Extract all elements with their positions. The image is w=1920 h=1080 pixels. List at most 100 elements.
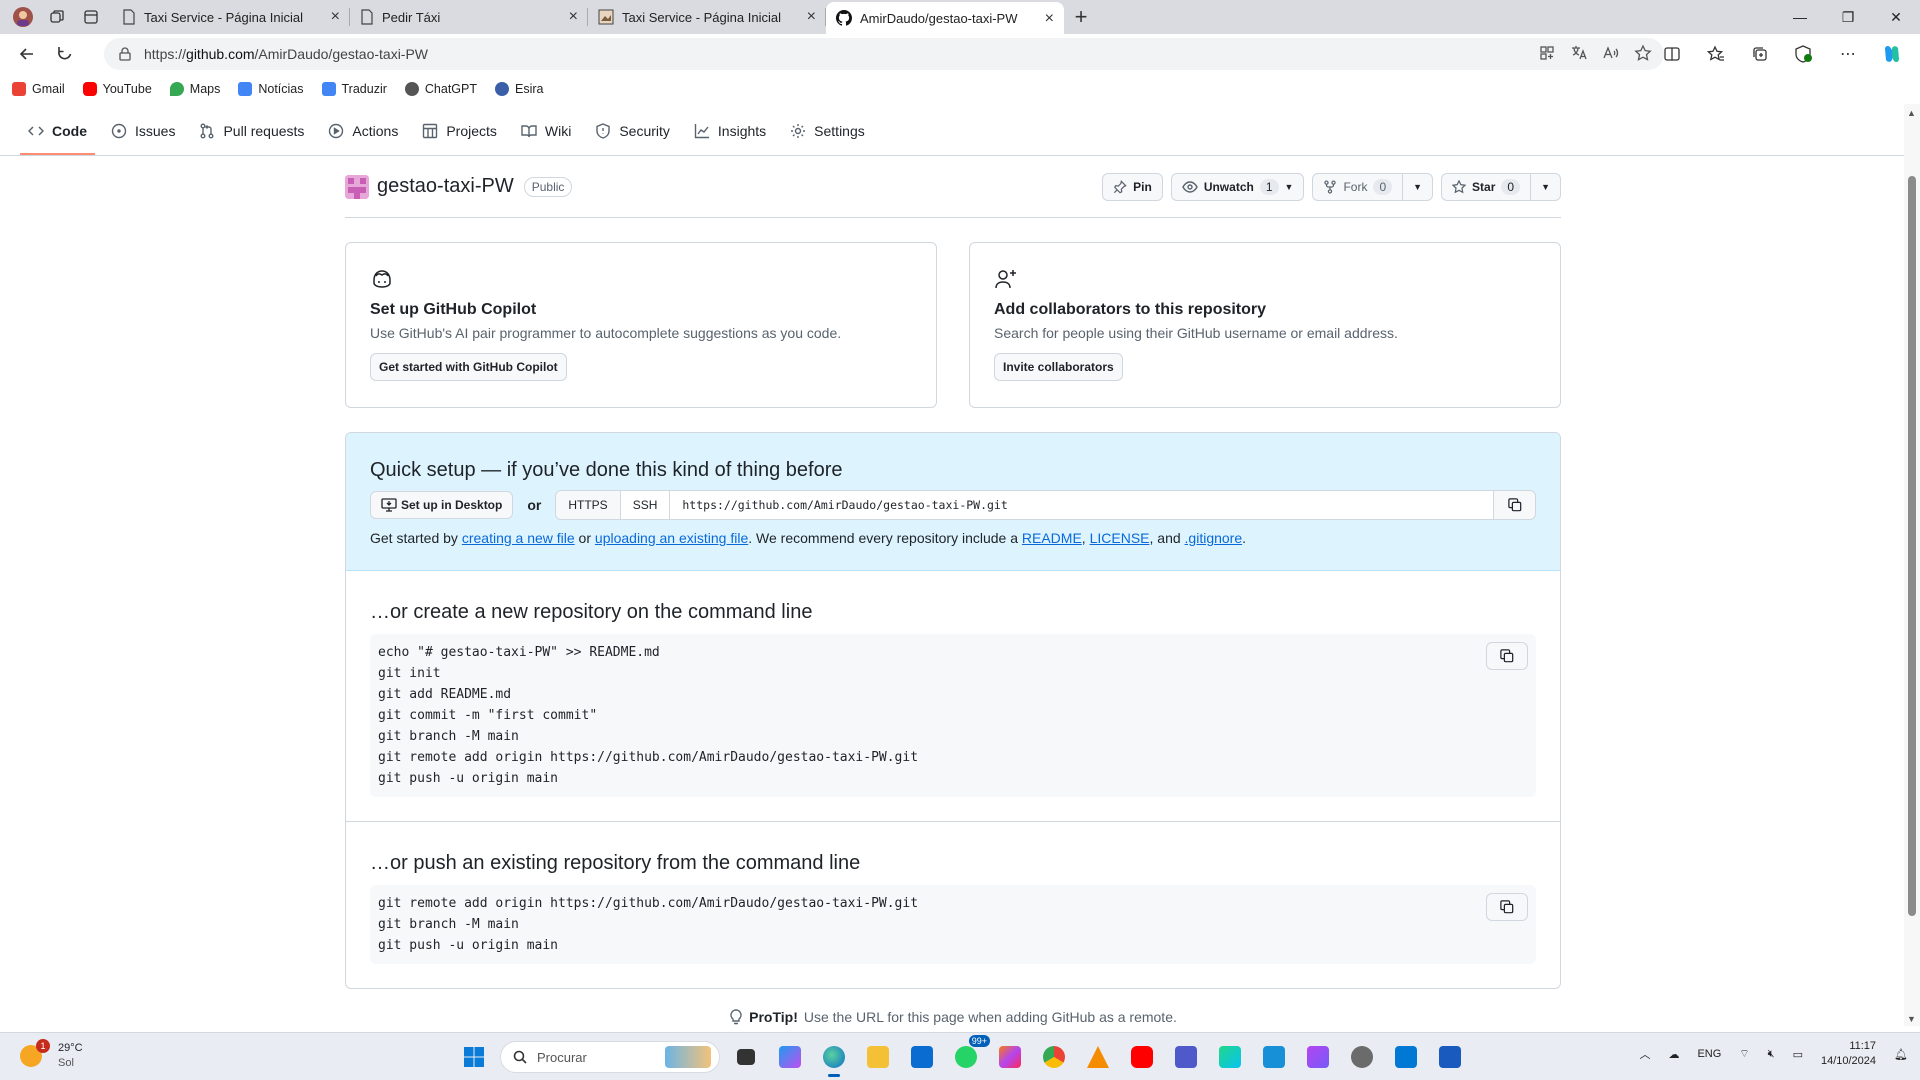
favorite-star-icon[interactable]	[1634, 44, 1652, 62]
bookmark-translate[interactable]: Traduzir	[321, 82, 387, 96]
webstorm-icon[interactable]	[1212, 1039, 1248, 1075]
tab-wiki[interactable]: Wiki	[513, 109, 579, 155]
teams-icon[interactable]	[1168, 1039, 1204, 1075]
start-button[interactable]	[456, 1039, 492, 1075]
copy-url-button[interactable]	[1494, 490, 1536, 520]
workspaces-icon[interactable]	[40, 0, 74, 34]
chrome-icon[interactable]	[1036, 1039, 1072, 1075]
bookmark-news[interactable]: Notícias	[238, 82, 304, 96]
fork-dropdown[interactable]: ▼	[1402, 173, 1432, 200]
minimize-icon[interactable]: —	[1776, 0, 1824, 34]
taskbar-search-input[interactable]: Procurar	[500, 1041, 720, 1073]
tab-settings[interactable]: Settings	[782, 109, 873, 155]
bookmark-youtube[interactable]: YouTube	[82, 82, 152, 96]
cloud-offline-icon[interactable]: ☁	[1668, 1048, 1679, 1061]
get-started-copilot-button[interactable]: Get started with GitHub Copilot	[370, 353, 567, 381]
copy-commands-button[interactable]	[1486, 893, 1528, 921]
microsoft-store-icon[interactable]	[904, 1039, 940, 1075]
speaker-muted-icon[interactable]: 🔇︎	[1768, 1048, 1775, 1061]
tab-security[interactable]: Security	[587, 109, 678, 155]
ssh-option[interactable]: SSH	[620, 491, 670, 519]
edge-icon[interactable]	[816, 1039, 852, 1077]
settings-icon[interactable]	[1344, 1039, 1380, 1075]
more-menu-icon[interactable]: ⋯	[1830, 38, 1866, 70]
phpstorm-icon[interactable]	[1300, 1039, 1336, 1075]
chevron-up-icon[interactable]: ︿	[1639, 1046, 1650, 1062]
tab-projects[interactable]: Projects	[414, 109, 505, 155]
close-tab-icon[interactable]: ×	[807, 8, 816, 26]
favorites-icon[interactable]	[1698, 38, 1734, 70]
url-input[interactable]: https://github.com/AmirDaudo/gestao-taxi…	[104, 38, 1664, 70]
browser-tab[interactable]: Pedir Táxi ×	[350, 0, 588, 34]
https-option[interactable]: HTTPS	[556, 491, 621, 519]
word-icon[interactable]	[1432, 1039, 1468, 1075]
setup-desktop-button[interactable]: Set up in Desktop	[370, 491, 514, 519]
battery-icon[interactable]: ▭	[1793, 1048, 1803, 1061]
tab-actions-icon[interactable]	[74, 0, 108, 34]
bookmark-esira[interactable]: Esira	[495, 82, 544, 96]
tab-pull-requests[interactable]: Pull requests	[191, 109, 312, 155]
bookmark-maps[interactable]: Maps	[169, 82, 220, 96]
create-new-file-link[interactable]: creating a new file	[462, 530, 575, 546]
copilot-icon[interactable]	[1874, 38, 1910, 70]
notepad-icon[interactable]	[1256, 1039, 1292, 1075]
close-window-icon[interactable]: ✕	[1872, 0, 1920, 34]
invite-collaborators-button[interactable]: Invite collaborators	[994, 353, 1123, 381]
translate-page-icon[interactable]	[1570, 44, 1588, 62]
close-tab-icon[interactable]: ×	[331, 8, 340, 26]
browser-tab[interactable]: Taxi Service - Página Inicial ×	[112, 0, 350, 34]
star-dropdown[interactable]: ▼	[1530, 173, 1560, 200]
clock[interactable]: 11:17 14/10/2024	[1821, 1039, 1876, 1069]
license-link[interactable]: LICENSE	[1090, 530, 1150, 546]
read-aloud-icon[interactable]	[1602, 44, 1620, 62]
new-tab-button[interactable]: +	[1064, 0, 1098, 34]
star-button[interactable]: Star 0 ▼	[1441, 172, 1561, 201]
file-explorer-icon[interactable]	[860, 1039, 896, 1075]
scrollbar-thumb[interactable]	[1908, 176, 1916, 916]
refresh-button[interactable]	[46, 36, 84, 72]
pin-button[interactable]: Pin	[1102, 172, 1163, 201]
site-info-icon[interactable]	[118, 47, 132, 61]
vlc-icon[interactable]	[1080, 1039, 1116, 1075]
browser-tab-active[interactable]: AmirDaudo/gestao-taxi-PW ×	[826, 2, 1064, 34]
language-indicator[interactable]: ENG	[1697, 1048, 1721, 1060]
tab-issues[interactable]: Issues	[103, 109, 183, 155]
close-tab-icon[interactable]: ×	[1045, 10, 1054, 28]
avatar[interactable]	[345, 174, 369, 199]
profile-avatar[interactable]	[6, 0, 40, 34]
fork-button[interactable]: Fork 0 ▼	[1312, 172, 1434, 201]
split-screen-icon[interactable]	[1654, 38, 1690, 70]
browser-essentials-icon[interactable]	[1786, 38, 1822, 70]
copy-commands-button[interactable]	[1486, 642, 1528, 670]
tab-code[interactable]: Code	[20, 109, 95, 155]
intellij-icon[interactable]	[992, 1039, 1028, 1075]
close-tab-icon[interactable]: ×	[569, 8, 578, 26]
scroll-up-icon[interactable]: ▲	[1907, 108, 1916, 118]
repo-name-link[interactable]: gestao-taxi-PW	[377, 175, 514, 198]
task-view-icon[interactable]	[728, 1039, 764, 1075]
clone-url-input[interactable]: https://github.com/AmirDaudo/gestao-taxi…	[670, 490, 1494, 520]
collections-icon[interactable]	[1742, 38, 1778, 70]
wifi-icon[interactable]: ⌔	[1739, 1047, 1749, 1061]
bookmark-chatgpt[interactable]: ChatGPT	[404, 82, 477, 96]
tab-insights[interactable]: Insights	[686, 109, 774, 155]
notification-bell-icon[interactable]: 🔔︎	[1894, 1048, 1908, 1061]
unwatch-button[interactable]: Unwatch 1 ▼	[1170, 172, 1305, 201]
readme-link[interactable]: README	[1022, 530, 1082, 546]
vscode-icon[interactable]	[1388, 1039, 1424, 1075]
tab-actions[interactable]: Actions	[320, 109, 406, 155]
restore-icon[interactable]: ❐	[1824, 0, 1872, 34]
page-scrollbar[interactable]: ▲ ▼	[1904, 104, 1920, 1026]
browser-tab[interactable]: Taxi Service - Página Inicial ×	[588, 0, 826, 34]
bookmark-gmail[interactable]: Gmail	[12, 82, 65, 96]
youtube-app-icon[interactable]	[1124, 1039, 1160, 1075]
weather-widget[interactable]: 1 29°C Sol	[20, 1039, 83, 1071]
copilot-app-icon[interactable]	[772, 1039, 808, 1075]
upload-file-link[interactable]: uploading an existing file	[595, 530, 748, 546]
code-line: git commit -m "first commit"	[378, 708, 598, 723]
back-button[interactable]	[8, 36, 46, 72]
app-available-icon[interactable]	[1538, 44, 1556, 62]
scroll-down-icon[interactable]: ▼	[1907, 1014, 1916, 1024]
gitignore-link[interactable]: .gitignore	[1185, 530, 1243, 546]
whatsapp-icon[interactable]: 99+	[948, 1035, 990, 1075]
